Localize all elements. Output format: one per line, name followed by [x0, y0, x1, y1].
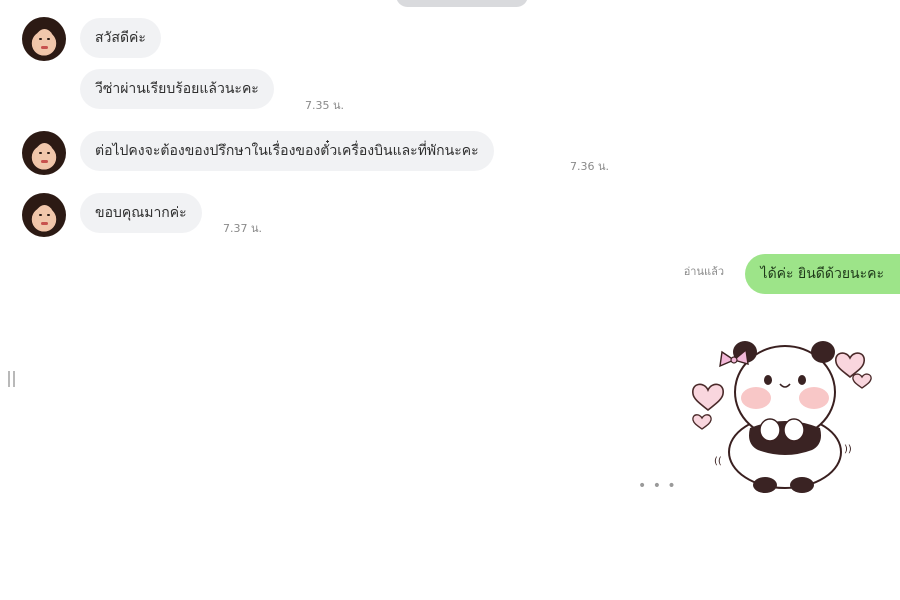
message-timestamp: 7.37 น.: [223, 222, 263, 235]
contact-avatar[interactable]: [22, 131, 66, 175]
date-separator-pill: [396, 0, 528, 7]
message-timestamp: 7.36 น.: [570, 160, 610, 173]
incoming-message-bubble[interactable]: ต่อไปคงจะต้องของปรึกษาในเรื่องของตั๋วเคร…: [80, 131, 494, 171]
incoming-message-bubble[interactable]: วีซ่าผ่านเรียบร้อยแล้วนะคะ: [80, 69, 274, 109]
contact-avatar[interactable]: [22, 193, 66, 237]
outgoing-message-bubble[interactable]: ได้ค่ะ ยินดีด้วยนะคะ: [744, 254, 900, 294]
incoming-message-bubble[interactable]: ขอบคุณมากค่ะ: [80, 193, 202, 233]
contact-avatar[interactable]: [22, 17, 66, 61]
svg-text:((: ((: [714, 456, 722, 467]
svg-text:)): )): [844, 444, 852, 455]
incoming-message-bubble[interactable]: สวัสดีค่ะ: [80, 18, 161, 58]
message-timestamp: 7.35 น.: [305, 99, 345, 112]
typing-indicator: • • •: [638, 478, 677, 494]
resize-handle-icon[interactable]: [8, 371, 15, 387]
read-receipt: อ่านแล้ว: [683, 265, 724, 278]
panda-sticker[interactable]: (( )): [690, 330, 880, 500]
